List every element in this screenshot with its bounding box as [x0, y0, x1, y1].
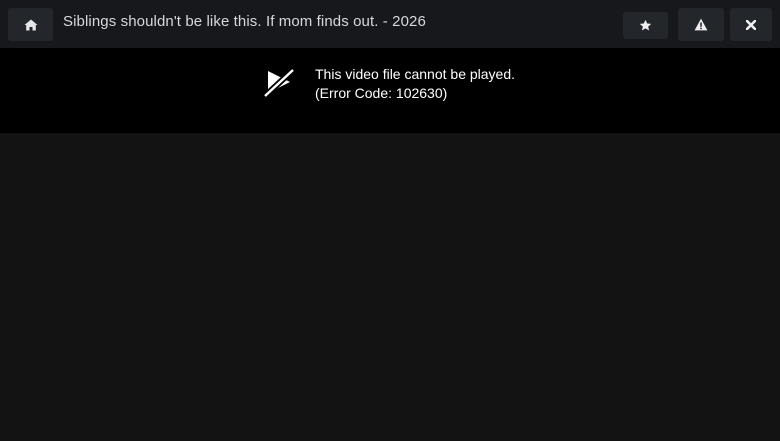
- close-button[interactable]: [730, 8, 772, 41]
- error-message: This video file cannot be played.: [315, 66, 516, 82]
- error-code: (Error Code: 102630): [315, 85, 448, 101]
- error-message-block: This video file cannot be played. (Error…: [315, 65, 515, 103]
- report-button[interactable]: [678, 8, 724, 41]
- video-player-error: This video file cannot be played. (Error…: [0, 48, 780, 133]
- home-icon: [24, 19, 38, 31]
- top-bar: Siblings shouldn't be like this. If mom …: [0, 0, 780, 48]
- video-slash-icon: [262, 67, 296, 104]
- home-button[interactable]: [8, 8, 53, 41]
- content-area: [0, 133, 780, 441]
- close-icon: [746, 19, 756, 30]
- star-icon: [639, 19, 652, 32]
- warning-icon: [694, 18, 708, 31]
- page-title: Siblings shouldn't be like this. If mom …: [63, 13, 426, 30]
- favorite-button[interactable]: [623, 12, 668, 39]
